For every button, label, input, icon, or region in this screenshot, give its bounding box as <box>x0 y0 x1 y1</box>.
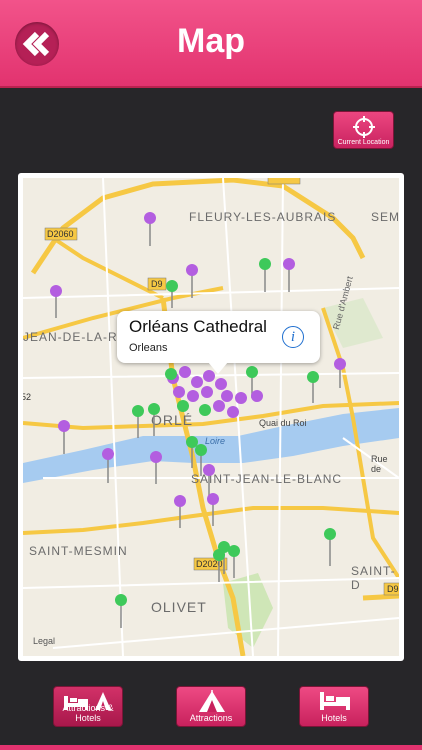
current-location-button[interactable]: Current Location <box>333 111 394 149</box>
tent-icon <box>199 690 225 712</box>
callout-pointer <box>208 362 228 374</box>
map-pin[interactable] <box>132 405 144 438</box>
map-pin[interactable] <box>58 420 70 454</box>
tab-attractions[interactable]: Attractions <box>176 686 246 727</box>
current-location-label: Current Location <box>337 139 390 146</box>
callout-subtitle: Orleans <box>129 342 168 354</box>
map-callout[interactable]: Orléans Cathedral Orleans i <box>117 311 320 363</box>
map-pin[interactable] <box>324 528 336 566</box>
tab-attractions-hotels[interactable]: Attractions & Hotels <box>53 686 123 727</box>
tab-hotels[interactable]: Hotels <box>299 686 369 727</box>
header: Map <box>0 0 422 88</box>
map-view[interactable]: FLEURY-LES-AUBRAIS SEM D2060 D9 JEAN-DE-… <box>23 178 399 656</box>
map-pin[interactable] <box>203 464 215 498</box>
map-pin[interactable] <box>307 371 319 403</box>
map-pin[interactable] <box>186 264 198 298</box>
map-pin[interactable] <box>115 594 127 628</box>
tab-label: Attractions <box>189 713 233 723</box>
map-pin[interactable] <box>50 285 62 318</box>
crosshair-icon <box>353 116 375 138</box>
page-title: Map <box>177 22 245 60</box>
map-pin[interactable] <box>259 258 271 292</box>
map-pin[interactable] <box>283 258 295 292</box>
map-pin[interactable] <box>144 212 156 246</box>
map-pin[interactable] <box>334 358 346 388</box>
bed-icon <box>320 692 350 710</box>
tab-label: Attractions & Hotels <box>62 703 114 723</box>
map-pin[interactable] <box>207 493 219 526</box>
callout-title: Orléans Cathedral <box>129 317 267 336</box>
map-pin[interactable] <box>213 549 225 582</box>
map-pin[interactable] <box>174 495 186 528</box>
map-pin[interactable] <box>228 545 240 578</box>
map-pin[interactable] <box>150 451 162 484</box>
bottom-accent-bar <box>0 745 422 750</box>
tab-label: Hotels <box>321 713 347 723</box>
map-pin[interactable] <box>102 448 114 483</box>
map-pin[interactable] <box>166 280 178 308</box>
info-icon[interactable]: i <box>282 326 304 348</box>
map-pin[interactable] <box>148 403 160 436</box>
pins-layer <box>50 212 346 628</box>
